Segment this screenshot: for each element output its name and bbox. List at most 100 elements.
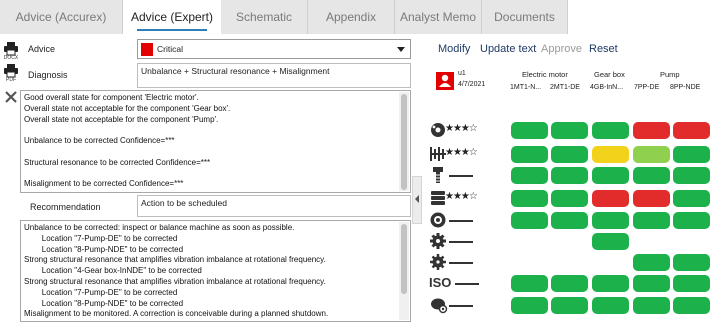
confidence-stars: ★★★☆ (445, 123, 478, 134)
severity-cell[interactable] (551, 122, 588, 139)
severity-cell[interactable] (511, 167, 548, 184)
severity-cell[interactable] (511, 146, 548, 163)
column-header[interactable]: 7PP-DE (634, 84, 659, 91)
printer-icon (4, 64, 18, 78)
tab-appendix[interactable]: Appendix (308, 0, 395, 34)
modify-button[interactable]: Modify (438, 43, 470, 55)
severity-cell[interactable] (551, 190, 588, 207)
confidence-stars: ★★★☆ (445, 191, 478, 202)
severity-row: ISO (424, 274, 494, 292)
severity-cell[interactable] (633, 275, 670, 292)
severity-cell[interactable] (673, 167, 710, 184)
tab-documents[interactable]: Documents (482, 0, 568, 34)
update-text-button[interactable]: Update text (480, 43, 536, 55)
no-confidence-line (449, 241, 473, 243)
severity-cell[interactable] (511, 297, 548, 314)
reset-button[interactable]: Reset (589, 43, 618, 55)
severity-cell[interactable] (551, 212, 588, 229)
no-confidence-line (449, 262, 473, 264)
column-header[interactable]: 8PP-NDE (670, 84, 700, 91)
component-electric-motor: Electric motor (522, 70, 568, 79)
vibration-sensor-icon (429, 296, 449, 316)
column-header[interactable]: 4GB-InN... (590, 84, 623, 91)
severity-row (424, 166, 494, 184)
no-confidence-line (449, 220, 473, 222)
severity-cell[interactable] (592, 233, 629, 250)
severity-row: ★★★☆ (424, 121, 494, 139)
severity-cell[interactable] (633, 190, 670, 207)
severity-cell[interactable] (511, 190, 548, 207)
column-header[interactable]: 1MT1-N... (510, 84, 541, 91)
severity-cell[interactable] (511, 275, 548, 292)
gear-icon (429, 232, 447, 252)
severity-row (424, 253, 494, 271)
docx-label: DOCX (3, 55, 19, 61)
close-icon (5, 91, 17, 103)
collapse-arrow-icon[interactable] (412, 176, 422, 224)
no-confidence-line (449, 175, 473, 177)
severity-cell[interactable] (633, 146, 670, 163)
severity-cell[interactable] (511, 122, 548, 139)
component-pump: Pump (660, 70, 680, 79)
severity-cell[interactable] (592, 146, 629, 163)
severity-cell[interactable] (592, 275, 629, 292)
severity-cell[interactable] (673, 297, 710, 314)
severity-cell[interactable] (673, 254, 710, 271)
measurement-panel: Modify Update text Approve Reset u1 4/7/… (424, 34, 710, 322)
severity-cell[interactable] (673, 275, 710, 292)
severity-cell[interactable] (633, 122, 670, 139)
print-pdf-button[interactable]: PDF (2, 64, 20, 83)
tab-advice-accurex[interactable]: Advice (Accurex) (0, 0, 123, 34)
tab-schematic[interactable]: Schematic (221, 0, 308, 34)
severity-cell[interactable] (673, 146, 710, 163)
no-confidence-line (449, 305, 473, 307)
severity-cell[interactable] (673, 122, 710, 139)
severity-cell[interactable] (551, 167, 588, 184)
diagnosis-scrollbar[interactable] (399, 92, 409, 191)
severity-row (424, 232, 494, 250)
diagnosis-label: Diagnosis (28, 70, 68, 80)
print-docx-button[interactable]: DOCX (2, 42, 20, 61)
severity-cell[interactable] (673, 190, 710, 207)
pdf-label: PDF (6, 77, 16, 83)
severity-row: ★★★☆ (424, 189, 494, 207)
recommendation-value: Action to be scheduled (141, 198, 228, 208)
severity-row (424, 296, 494, 314)
confidence-stars: ★★★☆ (445, 147, 478, 158)
severity-cell[interactable] (592, 122, 629, 139)
advice-value: Critical (157, 44, 183, 54)
severity-cell[interactable] (592, 297, 629, 314)
severity-cell[interactable] (592, 212, 629, 229)
severity-cell[interactable] (633, 167, 670, 184)
tab-advice-expert[interactable]: Advice (Expert) (123, 0, 221, 34)
severity-cell[interactable] (592, 190, 629, 207)
chevron-down-icon (397, 47, 405, 52)
recommendation-field[interactable]: Action to be scheduled (137, 195, 411, 217)
severity-cell[interactable] (633, 212, 670, 229)
severity-swatch (141, 43, 153, 56)
panel-splitter[interactable] (412, 34, 422, 322)
recommendation-text[interactable]: Unbalance to be corrected: inspect or ba… (20, 220, 411, 322)
report-toolbar: DOCX PDF (0, 34, 20, 322)
iso-icon: ISO (429, 275, 452, 290)
tab-analyst-memo[interactable]: Analyst Memo (395, 0, 482, 34)
diagnosis-field[interactable]: Unbalance + Structural resonance + Misal… (137, 63, 411, 88)
tab-bar: Advice (Accurex) Advice (Expert) Schemat… (0, 0, 710, 34)
severity-cell[interactable] (551, 297, 588, 314)
advice-select[interactable]: Critical (137, 39, 411, 59)
printer-icon (4, 42, 18, 56)
severity-cell[interactable] (673, 212, 710, 229)
severity-cell[interactable] (633, 254, 670, 271)
diagnosis-text-content: Good overall state for component 'Electr… (24, 93, 231, 189)
severity-cell[interactable] (551, 146, 588, 163)
recommendation-scrollbar[interactable] (399, 222, 409, 320)
bolt-icon (429, 166, 447, 186)
severity-cell[interactable] (633, 297, 670, 314)
cancel-button[interactable] (2, 90, 20, 104)
severity-cell[interactable] (592, 167, 629, 184)
severity-cell[interactable] (551, 275, 588, 292)
approve-button[interactable]: Approve (541, 43, 582, 55)
diagnosis-text[interactable]: Good overall state for component 'Electr… (20, 90, 411, 193)
severity-cell[interactable] (511, 212, 548, 229)
column-header[interactable]: 2MT1-DE (550, 84, 580, 91)
